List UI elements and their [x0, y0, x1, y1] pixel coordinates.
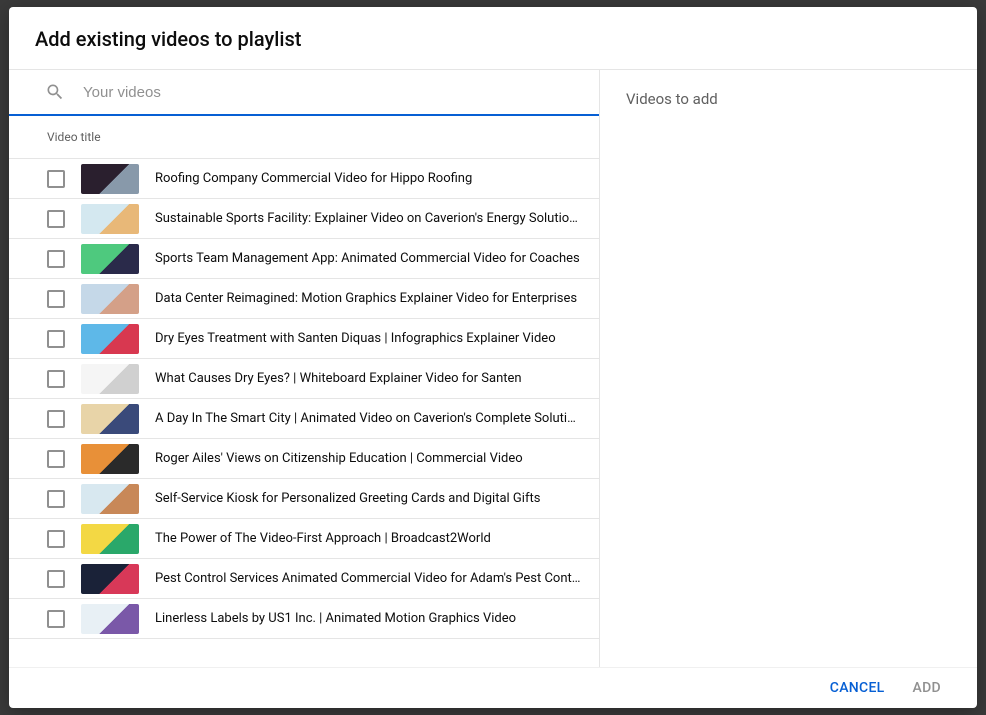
video-thumbnail	[81, 164, 139, 194]
video-row[interactable]: A Day In The Smart City | Animated Video…	[9, 399, 599, 439]
video-row[interactable]: Sports Team Management App: Animated Com…	[9, 239, 599, 279]
video-row[interactable]: Linerless Labels by US1 Inc. | Animated …	[9, 599, 599, 639]
video-thumbnail	[81, 484, 139, 514]
video-thumbnail	[81, 444, 139, 474]
video-title: Sustainable Sports Facility: Explainer V…	[155, 211, 583, 226]
video-checkbox[interactable]	[47, 250, 65, 268]
video-thumbnail	[81, 244, 139, 274]
cancel-button[interactable]: CANCEL	[830, 680, 885, 696]
dialog-title: Add existing videos to playlist	[35, 27, 951, 51]
video-checkbox[interactable]	[47, 610, 65, 628]
video-title: Roofing Company Commercial Video for Hip…	[155, 171, 583, 186]
video-thumbnail	[81, 204, 139, 234]
video-row[interactable]: Sustainable Sports Facility: Explainer V…	[9, 199, 599, 239]
videos-to-add-title: Videos to add	[626, 90, 951, 108]
video-title: Data Center Reimagined: Motion Graphics …	[155, 291, 583, 306]
video-thumbnail	[81, 324, 139, 354]
add-videos-dialog: Add existing videos to playlist Video ti…	[9, 7, 977, 708]
video-thumbnail	[81, 524, 139, 554]
video-checkbox[interactable]	[47, 410, 65, 428]
video-checkbox[interactable]	[47, 210, 65, 228]
video-checkbox[interactable]	[47, 170, 65, 188]
video-title: Sports Team Management App: Animated Com…	[155, 251, 583, 266]
video-row[interactable]: Pest Control Services Animated Commercia…	[9, 559, 599, 599]
video-checkbox[interactable]	[47, 570, 65, 588]
video-row[interactable]: Roger Ailes' Views on Citizenship Educat…	[9, 439, 599, 479]
video-thumbnail	[81, 564, 139, 594]
dialog-header: Add existing videos to playlist	[9, 7, 977, 70]
videos-to-add-panel: Videos to add	[600, 70, 977, 667]
dialog-footer: CANCEL ADD	[9, 667, 977, 708]
video-title: Linerless Labels by US1 Inc. | Animated …	[155, 611, 583, 626]
add-button[interactable]: ADD	[913, 680, 941, 696]
video-row[interactable]: Data Center Reimagined: Motion Graphics …	[9, 279, 599, 319]
video-title: Roger Ailes' Views on Citizenship Educat…	[155, 451, 583, 466]
video-title: What Causes Dry Eyes? | Whiteboard Expla…	[155, 371, 583, 386]
video-row[interactable]: What Causes Dry Eyes? | Whiteboard Expla…	[9, 359, 599, 399]
video-title: Dry Eyes Treatment with Santen Diquas | …	[155, 331, 583, 346]
video-row[interactable]: The Power of The Video-First Approach | …	[9, 519, 599, 559]
video-selection-panel: Video title Roofing Company Commercial V…	[9, 70, 600, 667]
video-row[interactable]: Self-Service Kiosk for Personalized Gree…	[9, 479, 599, 519]
video-thumbnail	[81, 604, 139, 634]
video-thumbnail	[81, 284, 139, 314]
search-bar	[9, 70, 599, 116]
video-thumbnail	[81, 404, 139, 434]
video-title: Pest Control Services Animated Commercia…	[155, 571, 583, 586]
video-checkbox[interactable]	[47, 490, 65, 508]
video-title: A Day In The Smart City | Animated Video…	[155, 411, 583, 426]
video-row[interactable]: Roofing Company Commercial Video for Hip…	[9, 159, 599, 199]
video-checkbox[interactable]	[47, 330, 65, 348]
video-title: Self-Service Kiosk for Personalized Gree…	[155, 491, 583, 506]
video-checkbox[interactable]	[47, 370, 65, 388]
video-checkbox[interactable]	[47, 450, 65, 468]
video-list[interactable]: Roofing Company Commercial Video for Hip…	[9, 159, 599, 667]
video-checkbox[interactable]	[47, 290, 65, 308]
video-row[interactable]: Dry Eyes Treatment with Santen Diquas | …	[9, 319, 599, 359]
column-header-video-title: Video title	[9, 116, 599, 159]
search-input[interactable]	[83, 84, 579, 101]
dialog-body: Video title Roofing Company Commercial V…	[9, 70, 977, 667]
video-thumbnail	[81, 364, 139, 394]
video-checkbox[interactable]	[47, 530, 65, 548]
video-title: The Power of The Video-First Approach | …	[155, 531, 583, 546]
search-icon	[45, 82, 65, 102]
